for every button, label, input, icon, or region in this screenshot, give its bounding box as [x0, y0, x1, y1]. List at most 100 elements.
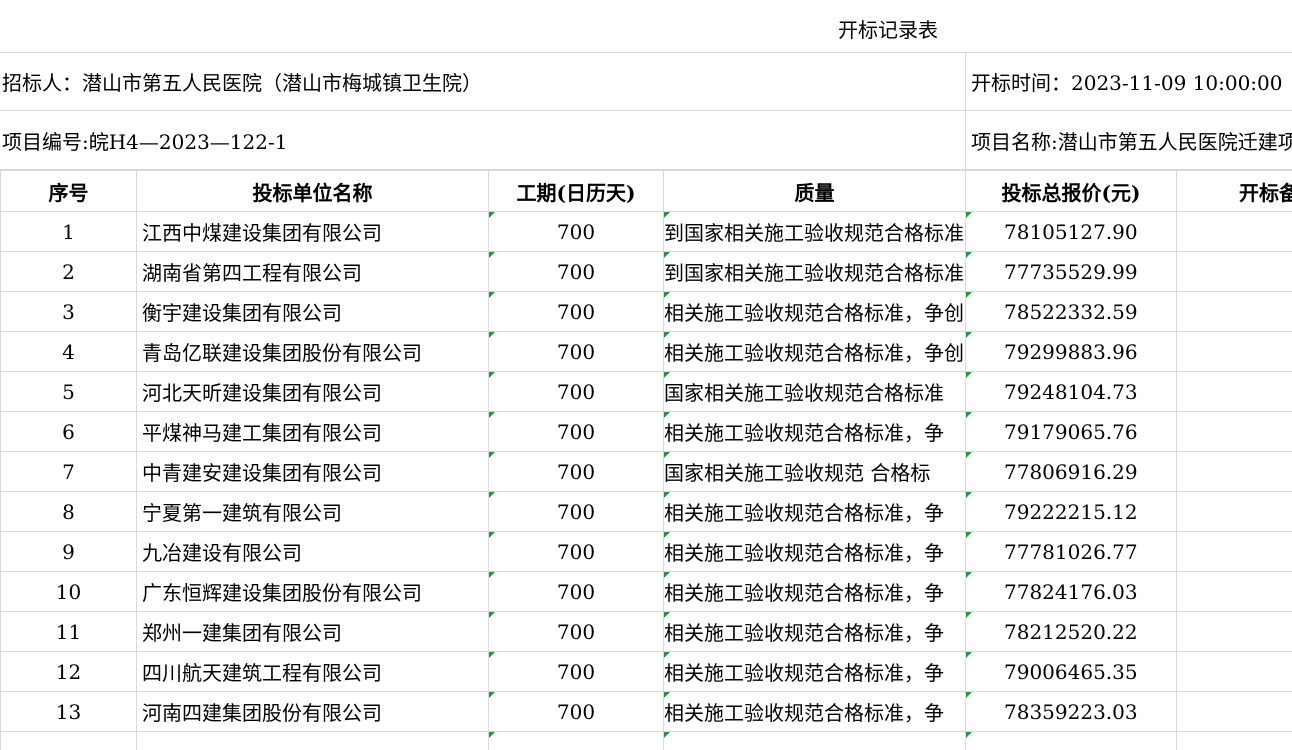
total-price-cell[interactable]: 78105127.90 [965, 211, 1177, 252]
period-cell[interactable]: 700 [488, 491, 664, 532]
sheet-title: 开标记录表 [838, 18, 938, 42]
remark-cell[interactable] [1176, 691, 1292, 732]
bidder-name-cell[interactable]: 河南四建集团股份有限公司 [136, 691, 489, 732]
table-row: 12 四川航天建筑工程有限公司 700 相关施工验收规范合格标准，争 79006465.… [0, 651, 1292, 692]
remark-cell[interactable] [1176, 491, 1292, 532]
quality-cell[interactable]: 相关施工验收规范合格标准，争 [663, 491, 966, 532]
bidder-name-cell[interactable]: 江西中煤建设集团有限公司 [136, 211, 489, 252]
project-name-cell[interactable]: 项目名称:潜山市第五人民医院迁建项目 [965, 111, 1292, 169]
total-price-cell[interactable]: 77735529.99 [965, 251, 1177, 292]
index-cell[interactable]: 2 [0, 251, 137, 292]
remark-cell[interactable] [1176, 611, 1292, 652]
index-cell[interactable] [0, 731, 137, 750]
bidder-name-cell[interactable]: 九冶建设有限公司 [136, 531, 489, 572]
remark-cell[interactable] [1176, 371, 1292, 412]
bidder-name-cell[interactable]: 广东恒辉建设集团股份有限公司 [136, 571, 489, 612]
quality-cell[interactable] [663, 731, 966, 750]
remark-cell[interactable] [1176, 411, 1292, 452]
period-cell[interactable]: 700 [488, 651, 664, 692]
index-cell[interactable]: 13 [0, 691, 137, 732]
remark-cell[interactable] [1176, 291, 1292, 332]
quality-cell[interactable]: 相关施工验收规范合格标准，争创 [663, 331, 966, 372]
period-cell[interactable]: 700 [488, 691, 664, 732]
bidder-name-cell[interactable]: 郑州一建集团有限公司 [136, 611, 489, 652]
quality-cell[interactable]: 国家相关施工验收规范 合格标 [663, 451, 966, 492]
bidder-name-cell[interactable]: 湖南省第四工程有限公司 [136, 251, 489, 292]
bidder-name-cell[interactable]: 宁夏第一建筑有限公司 [136, 491, 489, 532]
bidder-name-cell[interactable]: 平煤神马建工集团有限公司 [136, 411, 489, 452]
quality-cell[interactable]: 相关施工验收规范合格标准，争 [663, 531, 966, 572]
comment-marker-icon [489, 572, 495, 578]
header-period[interactable]: 工期(日历天) [488, 170, 664, 212]
quality-cell[interactable]: 国家相关施工验收规范合格标准 [663, 371, 966, 412]
index-cell[interactable]: 6 [0, 411, 137, 452]
total-price-cell[interactable]: 79248104.73 [965, 371, 1177, 412]
remark-cell[interactable] [1176, 451, 1292, 492]
period-cell[interactable]: 700 [488, 571, 664, 612]
remark-cell[interactable] [1176, 531, 1292, 572]
period-cell-text: 700 [556, 419, 596, 444]
project-no-cell[interactable]: 项目编号:皖H4—2023—122-1 [0, 111, 965, 169]
period-cell[interactable]: 700 [488, 291, 664, 332]
total-price-cell[interactable]: 77781026.77 [965, 531, 1177, 572]
remark-cell[interactable] [1176, 731, 1292, 750]
bidder-name-cell[interactable]: 衡宇建设集团有限公司 [136, 291, 489, 332]
quality-cell[interactable]: 相关施工验收规范合格标准，争 [663, 651, 966, 692]
bidder-name-cell[interactable]: 河北天昕建设集团有限公司 [136, 371, 489, 412]
period-cell[interactable]: 700 [488, 451, 664, 492]
comment-marker-icon [966, 692, 972, 698]
period-cell[interactable] [488, 731, 664, 750]
quality-cell[interactable]: 相关施工验收规范合格标准，争 [663, 571, 966, 612]
bidder-name-cell[interactable]: 四川航天建筑工程有限公司 [136, 651, 489, 692]
remark-cell[interactable] [1176, 331, 1292, 372]
quality-cell[interactable]: 相关施工验收规范合格标准，争 [663, 611, 966, 652]
index-cell-text: 8 [62, 499, 75, 524]
quality-cell[interactable]: 到国家相关施工验收规范合格标准 [663, 251, 966, 292]
total-price-cell[interactable]: 77824176.03 [965, 571, 1177, 612]
total-price-cell[interactable]: 79299883.96 [965, 331, 1177, 372]
index-cell[interactable]: 7 [0, 451, 137, 492]
period-cell[interactable]: 700 [488, 211, 664, 252]
remark-cell[interactable] [1176, 211, 1292, 252]
index-cell[interactable]: 1 [0, 211, 137, 252]
period-cell[interactable]: 700 [488, 531, 664, 572]
index-cell[interactable]: 11 [0, 611, 137, 652]
index-cell[interactable]: 10 [0, 571, 137, 612]
total-price-cell[interactable] [965, 731, 1177, 750]
header-remark[interactable]: 开标备注 [1176, 170, 1292, 212]
total-price-cell[interactable]: 78212520.22 [965, 611, 1177, 652]
total-price-cell[interactable]: 79222215.12 [965, 491, 1177, 532]
header-total-price[interactable]: 投标总报价(元) [965, 170, 1177, 212]
tenderer-cell[interactable]: 招标人：潜山市第五人民医院（潜山市梅城镇卫生院） [0, 53, 965, 110]
quality-cell[interactable]: 相关施工验收规范合格标准，争创 [663, 291, 966, 332]
index-cell[interactable]: 8 [0, 491, 137, 532]
quality-cell[interactable]: 相关施工验收规范合格标准，争 [663, 691, 966, 732]
bidder-name-cell[interactable] [136, 731, 489, 750]
remark-cell[interactable] [1176, 251, 1292, 292]
quality-cell[interactable]: 到国家相关施工验收规范合格标准 [663, 211, 966, 252]
period-cell[interactable]: 700 [488, 611, 664, 652]
bidder-name-cell[interactable]: 青岛亿联建设集团股份有限公司 [136, 331, 489, 372]
total-price-cell[interactable]: 79006465.35 [965, 651, 1177, 692]
index-cell[interactable]: 9 [0, 531, 137, 572]
period-cell[interactable]: 700 [488, 331, 664, 372]
period-cell[interactable]: 700 [488, 251, 664, 292]
index-cell[interactable]: 12 [0, 651, 137, 692]
quality-cell[interactable]: 相关施工验收规范合格标准，争 [663, 411, 966, 452]
bidder-name-cell[interactable]: 中青建安建设集团有限公司 [136, 451, 489, 492]
period-cell[interactable]: 700 [488, 371, 664, 412]
period-cell[interactable]: 700 [488, 411, 664, 452]
total-price-cell[interactable]: 79179065.76 [965, 411, 1177, 452]
remark-cell[interactable] [1176, 651, 1292, 692]
index-cell[interactable]: 5 [0, 371, 137, 412]
total-price-cell[interactable]: 78522332.59 [965, 291, 1177, 332]
total-price-cell[interactable]: 78359223.03 [965, 691, 1177, 732]
header-bidder-name[interactable]: 投标单位名称 [136, 170, 489, 212]
index-cell[interactable]: 4 [0, 331, 137, 372]
open-time-cell[interactable]: 开标时间：2023-11-09 10:00:00 [965, 53, 1292, 110]
header-quality[interactable]: 质量 [663, 170, 966, 212]
header-index[interactable]: 序号 [0, 170, 137, 212]
index-cell[interactable]: 3 [0, 291, 137, 332]
remark-cell[interactable] [1176, 571, 1292, 612]
total-price-cell[interactable]: 77806916.29 [965, 451, 1177, 492]
